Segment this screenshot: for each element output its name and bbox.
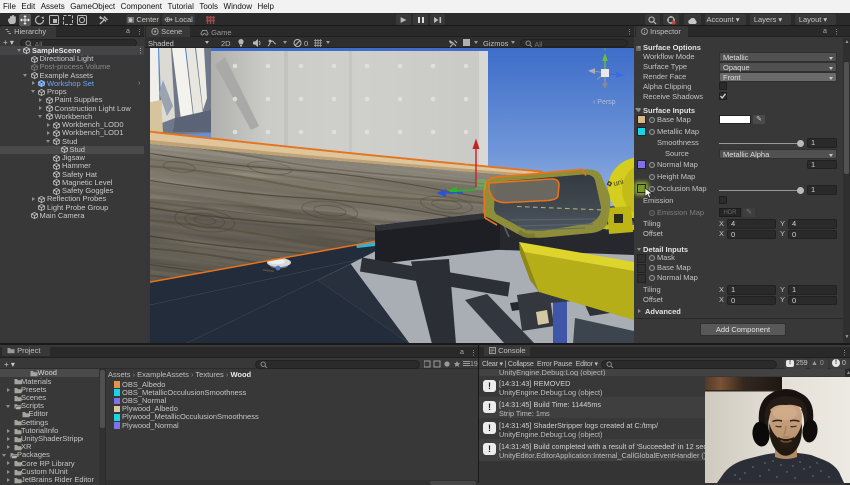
svg-text:Y: Y	[603, 48, 607, 53]
svg-text:‹ Persp: ‹ Persp	[593, 99, 616, 106]
svg-text:Z: Z	[625, 74, 629, 80]
